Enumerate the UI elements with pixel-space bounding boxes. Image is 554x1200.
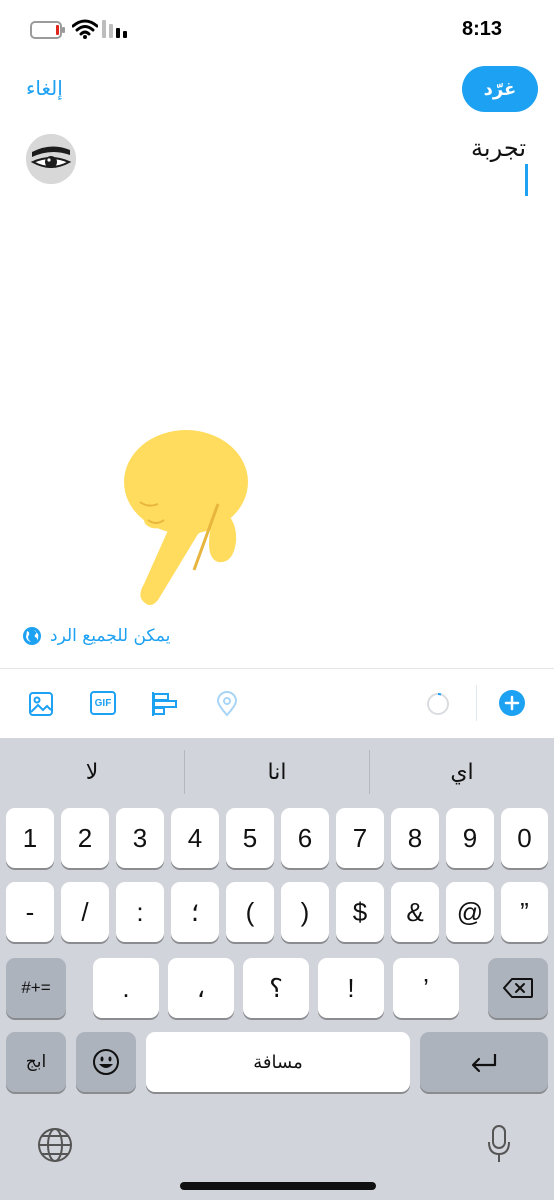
status-bar: 8:13 xyxy=(0,0,554,56)
key-1[interactable]: 1 xyxy=(6,808,54,868)
space-key[interactable]: مسافة xyxy=(146,1032,410,1092)
key-dollar[interactable]: $ xyxy=(336,882,384,942)
suggestion-bar: لا انا اي xyxy=(0,738,554,806)
key-arabic-semicolon[interactable]: ؛ xyxy=(171,882,219,942)
home-indicator xyxy=(180,1182,376,1190)
key-apostrophe[interactable]: ’ xyxy=(393,958,459,1018)
poll-icon[interactable] xyxy=(151,691,179,717)
avatar-image xyxy=(26,134,76,184)
suggestion-item[interactable]: لا xyxy=(0,738,184,806)
key-6[interactable]: 6 xyxy=(281,808,329,868)
key-slash[interactable]: / xyxy=(61,882,109,942)
emoji-icon xyxy=(93,1049,119,1075)
toolbar-divider xyxy=(476,685,477,721)
image-icon[interactable] xyxy=(28,691,54,717)
reply-setting[interactable]: يمكن للجميع الرد xyxy=(22,624,170,648)
backspace-key[interactable] xyxy=(488,958,548,1018)
status-time: 8:13 xyxy=(461,18,502,40)
reply-setting-label: يمكن للجميع الرد xyxy=(50,626,171,646)
wifi-icon xyxy=(72,19,98,39)
key-colon[interactable]: : xyxy=(116,882,164,942)
key-open-paren[interactable]: ( xyxy=(226,882,274,942)
globe-icon xyxy=(23,627,41,645)
key-9[interactable]: 9 xyxy=(446,808,494,868)
key-arabic-comma[interactable]: ، xyxy=(168,958,234,1018)
key-close-paren[interactable]: ) xyxy=(281,882,329,942)
key-hyphen[interactable]: - xyxy=(6,882,54,942)
character-progress-ring xyxy=(427,693,449,715)
key-4[interactable]: 4 xyxy=(171,808,219,868)
pointing-hand-emoji xyxy=(124,430,248,605)
key-5[interactable]: 5 xyxy=(226,808,274,868)
gif-icon-label: GIF xyxy=(94,697,112,709)
return-key[interactable] xyxy=(420,1032,548,1092)
text-caret xyxy=(525,164,528,196)
microphone-icon[interactable] xyxy=(486,1124,512,1164)
suggestion-item[interactable]: اي xyxy=(370,738,554,806)
globe-keyboard-icon[interactable] xyxy=(37,1127,73,1163)
location-icon[interactable] xyxy=(216,691,238,717)
return-icon xyxy=(471,1054,497,1073)
cellular-signal-icon xyxy=(102,20,127,38)
key-8[interactable]: 8 xyxy=(391,808,439,868)
compose-area[interactable] xyxy=(0,124,554,614)
key-quote[interactable]: ” xyxy=(501,882,548,942)
key-2[interactable]: 2 xyxy=(61,808,109,868)
key-period[interactable]: . xyxy=(93,958,159,1018)
gif-icon[interactable]: GIF xyxy=(90,691,116,715)
key-3[interactable]: 3 xyxy=(116,808,164,868)
battery-icon xyxy=(30,21,65,39)
compose-text[interactable]: تجربة xyxy=(471,134,526,162)
abc-key[interactable]: ابج xyxy=(6,1032,66,1092)
cancel-button[interactable]: إلغاء xyxy=(26,76,63,100)
key-ampersand[interactable]: & xyxy=(391,882,439,942)
key-at[interactable]: @ xyxy=(446,882,494,942)
emoji-key[interactable] xyxy=(76,1032,136,1092)
backspace-icon xyxy=(503,978,533,998)
key-arabic-question[interactable]: ؟ xyxy=(243,958,309,1018)
symbols-key[interactable]: #+= xyxy=(6,958,66,1018)
add-tweet-icon[interactable] xyxy=(498,689,526,717)
key-0[interactable]: 0 xyxy=(501,808,548,868)
avatar[interactable] xyxy=(26,134,76,184)
key-exclamation[interactable]: ! xyxy=(318,958,384,1018)
tweet-button[interactable]: غرّد xyxy=(462,66,538,112)
key-7[interactable]: 7 xyxy=(336,808,384,868)
suggestion-item[interactable]: انا xyxy=(185,738,369,806)
compose-toolbar: GIF xyxy=(0,668,554,739)
